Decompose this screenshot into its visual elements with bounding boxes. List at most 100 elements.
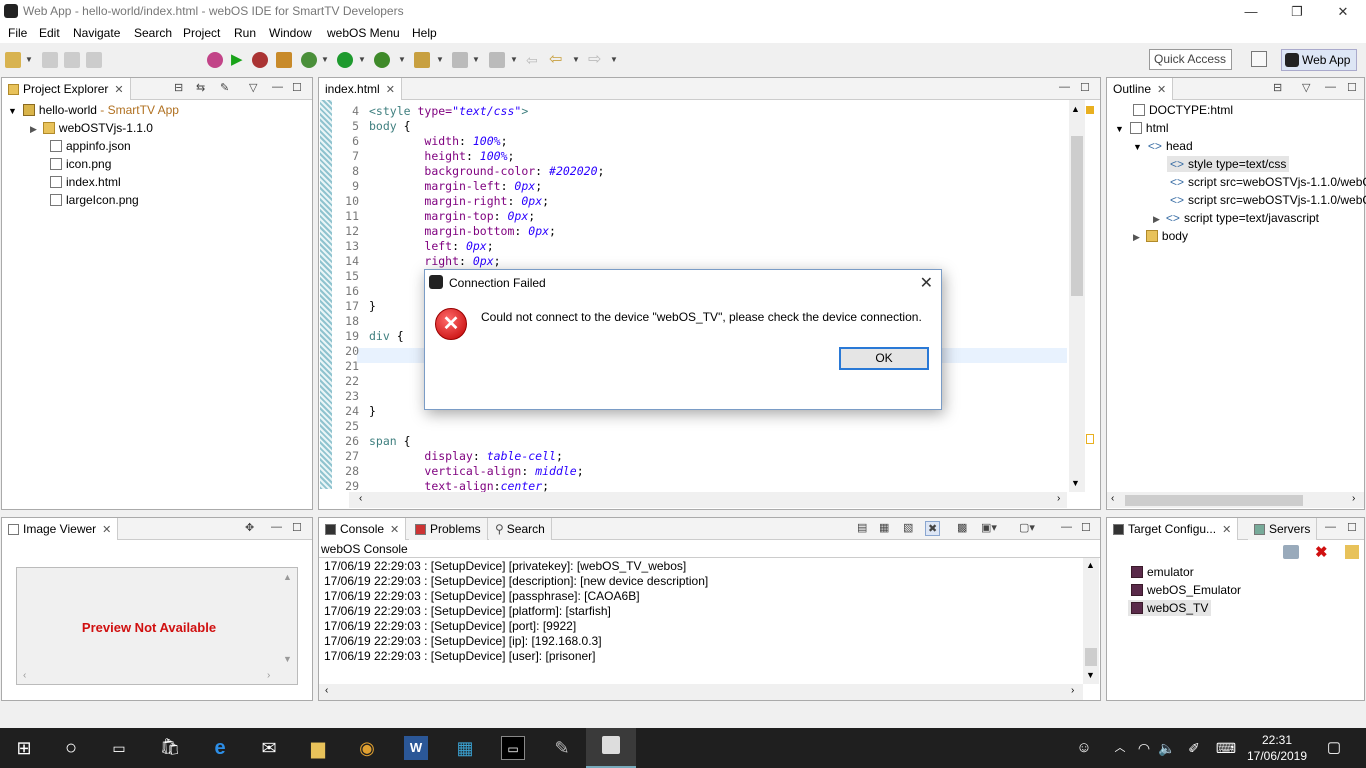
last-edit-icon[interactable]: ⇦ xyxy=(526,52,542,68)
chrome-icon[interactable]: ◉ xyxy=(355,736,379,760)
close-icon[interactable]: ✕ xyxy=(102,524,111,536)
target-item-webos-tv[interactable]: webOS_TV xyxy=(1128,600,1212,616)
print-icon[interactable] xyxy=(86,52,102,68)
menu-window[interactable]: Window xyxy=(269,26,312,40)
outline-item-style[interactable]: <> style type=text/css xyxy=(1167,156,1290,172)
code-line[interactable]: 8 background-color: #202020; xyxy=(333,164,1067,179)
chevron-right-icon[interactable]: ▶ xyxy=(30,124,37,134)
edge-icon[interactable]: e xyxy=(208,736,232,760)
chevron-down-icon[interactable]: ▼ xyxy=(1115,124,1124,134)
menu-search[interactable]: Search xyxy=(134,26,172,40)
scroll-thumb[interactable] xyxy=(1085,648,1097,666)
explorer-icon[interactable]: ▆ xyxy=(306,736,330,760)
store-icon[interactable]: 🛍 xyxy=(158,736,182,760)
console-vertical-scrollbar[interactable]: ▲ ▼ xyxy=(1083,558,1099,684)
run-config-icon[interactable] xyxy=(337,52,353,68)
keyboard-icon[interactable]: ⌨ xyxy=(1214,736,1238,760)
menu-project[interactable]: Project xyxy=(183,26,220,40)
minimize-view-icon[interactable]: — xyxy=(271,521,282,533)
maximize-view-icon[interactable]: ☐ xyxy=(1080,81,1090,94)
code-line[interactable]: 13 left: 0px; xyxy=(333,239,1067,254)
outline-item-script[interactable]: <> script src=webOSTVjs-1.1.0/webOS xyxy=(1170,193,1366,207)
scroll-left-icon[interactable]: ‹ xyxy=(23,670,26,681)
tab-search[interactable]: ⚲ Search xyxy=(489,518,552,540)
tab-image-viewer[interactable]: Image Viewer ✕ xyxy=(2,518,119,540)
menu-navigate[interactable]: Navigate xyxy=(73,26,120,40)
close-icon[interactable]: ✕ xyxy=(390,524,399,536)
tree-item-file[interactable]: largeIcon.png xyxy=(50,193,139,207)
chevron-right-icon[interactable]: ▶ xyxy=(1153,214,1160,224)
refresh-target-icon[interactable] xyxy=(1345,545,1359,559)
scroll-down-icon[interactable]: ▼ xyxy=(283,654,292,664)
back-arrow-icon[interactable]: ⇦ xyxy=(549,52,565,68)
tree-item-file[interactable]: index.html xyxy=(50,175,121,189)
app-icon[interactable]: ▦ xyxy=(453,736,477,760)
forward-arrow-icon[interactable]: ⇨ xyxy=(588,52,604,68)
perspective-web-app[interactable]: Web App xyxy=(1281,49,1357,71)
save-icon[interactable] xyxy=(42,52,58,68)
outline-item-doctype[interactable]: DOCTYPE:html xyxy=(1133,103,1233,117)
tree-item-folder[interactable]: ▶ webOSTVjs-1.1.0 xyxy=(30,121,153,135)
tab-console[interactable]: Console ✕ xyxy=(319,518,407,540)
windows-start-icon[interactable]: ⊞ xyxy=(12,736,36,760)
restore-button[interactable]: ❐ xyxy=(1274,0,1320,23)
scroll-up-icon[interactable]: ▲ xyxy=(283,572,292,582)
collapse-all-icon[interactable]: ⊟ xyxy=(1273,81,1282,94)
people-icon[interactable]: ☺ xyxy=(1072,736,1096,760)
package-icon[interactable] xyxy=(276,52,292,68)
volume-icon[interactable]: 🔈 xyxy=(1155,736,1179,760)
add-device-icon[interactable] xyxy=(207,52,223,68)
editor-horizontal-scrollbar[interactable]: ‹ › xyxy=(349,492,1067,508)
search-icon[interactable]: ○ xyxy=(59,736,83,760)
maximize-view-icon[interactable]: ☐ xyxy=(292,81,302,94)
minimize-view-icon[interactable]: — xyxy=(1061,521,1072,533)
scroll-right-icon[interactable]: › xyxy=(1352,493,1355,504)
delete-target-icon[interactable]: ✖ xyxy=(1315,543,1328,561)
outline-item-script[interactable]: ▶ <> script type=text/javascript xyxy=(1153,211,1319,225)
tab-outline[interactable]: Outline ✕ xyxy=(1107,78,1174,100)
chevron-right-icon[interactable]: ▶ xyxy=(1133,232,1140,242)
close-icon[interactable]: ✕ xyxy=(114,84,123,96)
remove-console-icon[interactable]: ✖ xyxy=(925,521,941,536)
scroll-left-icon[interactable]: ‹ xyxy=(1111,493,1114,504)
console-horizontal-scrollbar[interactable]: ‹ › xyxy=(319,684,1083,700)
code-line[interactable]: 5 body { xyxy=(333,119,1067,134)
maximize-view-icon[interactable]: ☐ xyxy=(292,521,302,534)
add-target-icon[interactable] xyxy=(1283,545,1299,559)
minimize-view-icon[interactable]: — xyxy=(1325,521,1336,533)
minimize-button[interactable]: — xyxy=(1228,0,1274,23)
editor-vertical-scrollbar[interactable]: ▲ ▼ xyxy=(1069,100,1085,492)
display-console-icon[interactable]: ▣▾ xyxy=(981,521,997,534)
notifications-icon[interactable]: ▢ xyxy=(1322,736,1346,760)
terminal-icon[interactable]: ▭ xyxy=(501,736,525,760)
scroll-down-icon[interactable]: ▼ xyxy=(1071,478,1080,488)
pin-console-icon[interactable]: ▩ xyxy=(957,521,967,534)
scroll-thumb[interactable] xyxy=(1125,495,1303,506)
maximize-view-icon[interactable]: ☐ xyxy=(1347,81,1357,94)
link-icon[interactable] xyxy=(414,52,430,68)
debug-icon[interactable] xyxy=(252,52,268,68)
webos-ide-icon[interactable]: ✎ xyxy=(550,736,574,760)
code-line[interactable]: 11 margin-top: 0px; xyxy=(333,209,1067,224)
tab-target-configuration[interactable]: Target Configu... ✕ xyxy=(1107,518,1239,540)
chevron-up-icon[interactable]: ︿ xyxy=(1108,736,1132,760)
word-icon[interactable]: W xyxy=(404,736,428,760)
code-line[interactable]: 4 <style type="text/css"> xyxy=(333,104,1067,119)
next-annotation-icon[interactable] xyxy=(452,52,468,68)
dialog-close-button[interactable]: ✕ xyxy=(920,273,933,293)
code-line[interactable]: 14 right: 0px; xyxy=(333,254,1067,269)
run-icon[interactable]: ▶ xyxy=(231,52,247,68)
close-icon[interactable]: ✕ xyxy=(386,84,395,96)
clear-console-icon[interactable]: ▤ xyxy=(857,521,867,534)
code-line[interactable]: 12 margin-bottom: 0px; xyxy=(333,224,1067,239)
mail-icon[interactable]: ✉ xyxy=(257,736,281,760)
chevron-down-icon[interactable]: ▼ xyxy=(1133,142,1142,152)
link-editor-icon[interactable]: ⇆ xyxy=(196,81,205,94)
view-menu-icon[interactable]: ▽ xyxy=(1302,81,1310,94)
scroll-up-icon[interactable]: ▲ xyxy=(1071,104,1080,114)
scroll-up-icon[interactable]: ▲ xyxy=(1086,560,1095,570)
external-tools-icon[interactable] xyxy=(374,52,390,68)
close-icon[interactable]: ✕ xyxy=(1157,84,1166,96)
pen-icon[interactable]: ✐ xyxy=(1182,736,1206,760)
outline-horizontal-scrollbar[interactable]: ‹ › xyxy=(1107,492,1364,508)
